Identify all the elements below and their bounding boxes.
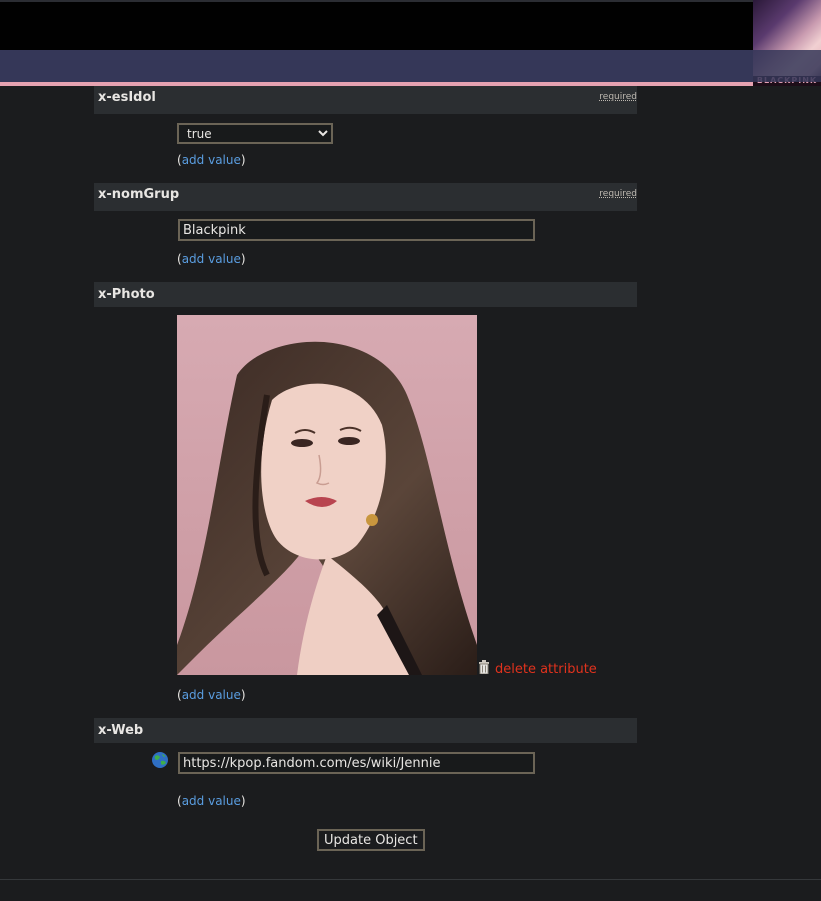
attr-header-nomgrup: x-nomGrup required [94,183,637,211]
attr-header-esidol: x-esIdol required [94,86,637,114]
attr-name: x-Web [98,723,144,738]
top-bar [0,0,821,50]
add-value-link[interactable]: add value [182,153,241,167]
attr-name: x-Photo [98,287,155,302]
esidol-select[interactable]: true [177,123,333,144]
web-url-input[interactable] [178,752,535,774]
add-value-photo: (add value) [177,688,246,702]
update-object-button[interactable]: Update Object [317,829,425,851]
attr-name: x-esIdol [98,90,156,105]
portrait-illustration [177,315,477,675]
navigation-bar [0,50,753,82]
delete-attribute-link[interactable]: delete attribute [495,662,597,677]
required-badge[interactable]: required [599,92,637,102]
nomgrup-input[interactable] [178,219,535,241]
add-value-esidol: (add value) [177,153,246,167]
globe-icon[interactable] [151,751,169,769]
add-value-nomgrup: (add value) [177,252,246,266]
add-value-link[interactable]: add value [182,794,241,808]
attr-name: x-nomGrup [98,187,180,202]
attr-header-photo: x-Photo [94,282,637,307]
required-badge[interactable]: required [599,189,637,199]
footer-divider [0,879,821,880]
portrait-photo [177,315,477,675]
attr-header-web: x-Web [94,718,637,743]
add-value-link[interactable]: add value [182,252,241,266]
add-value-link[interactable]: add value [182,688,241,702]
trash-icon[interactable] [478,660,490,674]
navigation-bar-tail [753,50,821,82]
add-value-web: (add value) [177,794,246,808]
